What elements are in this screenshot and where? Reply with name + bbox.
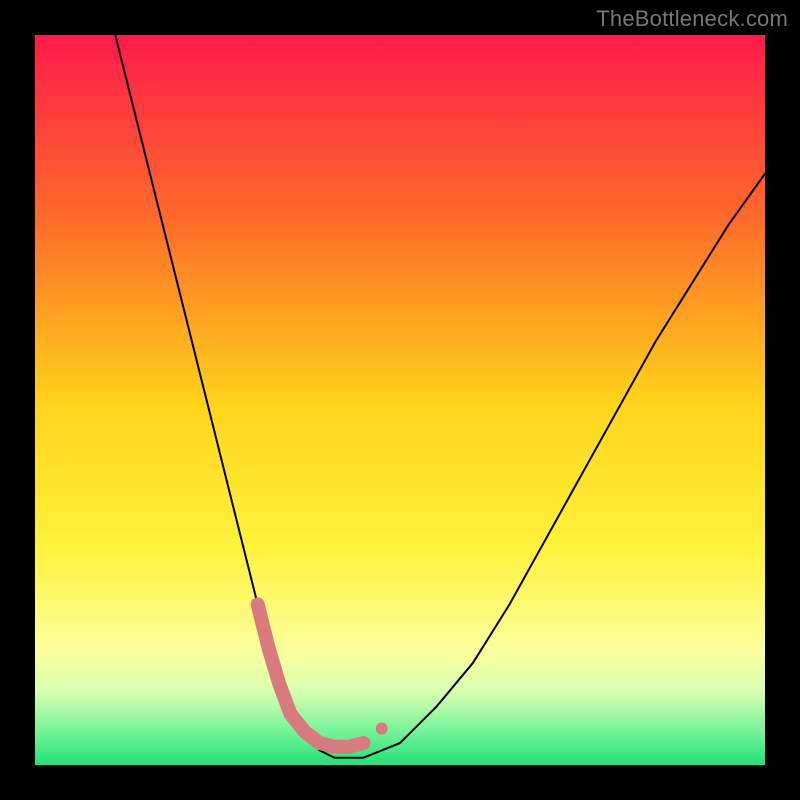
secondary-marker-dot bbox=[376, 723, 388, 735]
bottleneck-chart bbox=[35, 35, 765, 765]
watermark-text: TheBottleneck.com bbox=[596, 6, 788, 32]
chart-frame: TheBottleneck.com bbox=[0, 0, 800, 800]
plot-area bbox=[35, 35, 765, 765]
gradient-background bbox=[35, 35, 765, 765]
